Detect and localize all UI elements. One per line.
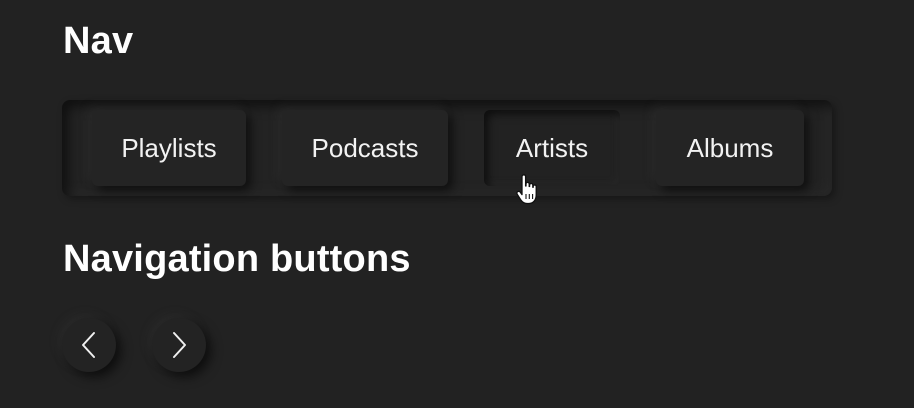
page: Nav Playlists Podcasts Artists Albums Na… <box>0 0 914 408</box>
nav-item-albums[interactable]: Albums <box>656 110 804 186</box>
nav-section-title: Nav <box>63 20 134 62</box>
navigation-buttons-section-title: Navigation buttons <box>63 238 411 280</box>
nav-bar: Playlists Podcasts Artists Albums <box>62 100 832 196</box>
nav-item-podcasts[interactable]: Podcasts <box>282 110 448 186</box>
nav-item-artists[interactable]: Artists <box>484 110 620 186</box>
nav-item-playlists[interactable]: Playlists <box>92 110 246 186</box>
chevron-right-icon <box>169 330 189 360</box>
previous-button[interactable] <box>62 318 116 372</box>
chevron-left-icon <box>79 330 99 360</box>
next-button[interactable] <box>152 318 206 372</box>
